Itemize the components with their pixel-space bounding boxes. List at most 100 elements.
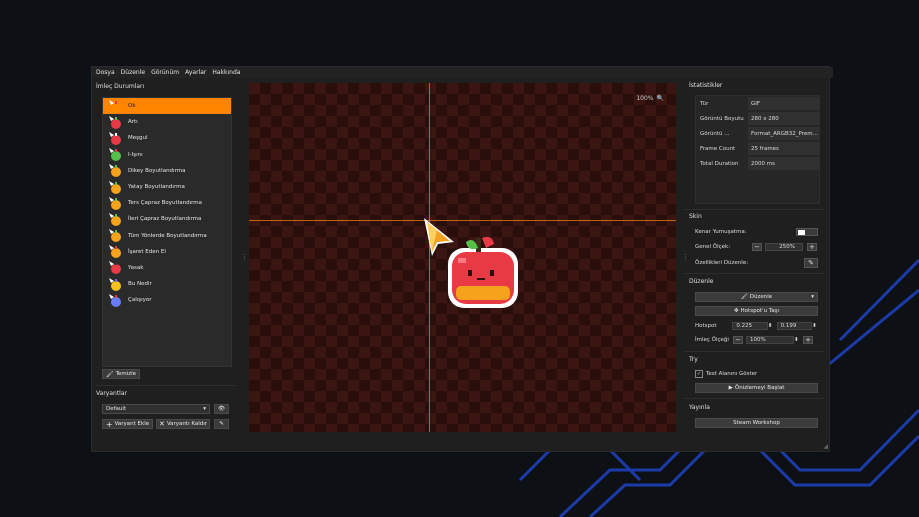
cursor-state-item[interactable]: Yasak: [103, 260, 231, 276]
cursor-scale-decrease-button[interactable]: −: [733, 336, 743, 344]
skin-title: Skin: [689, 213, 702, 220]
cursor-scale-input[interactable]: 100%: [746, 336, 794, 344]
hotspot-x-spinner[interactable]: ⬍: [768, 323, 774, 329]
cursor-states-list: Ok Artı Meşgul I-Işını Dikey Boyutlandırma Ya…: [102, 97, 232, 367]
cursor-states-title: İmleç Durumları: [96, 83, 145, 90]
fruit-cursor-icon: [109, 212, 122, 226]
menu-edit[interactable]: Düzenle: [121, 69, 145, 76]
clear-button[interactable]: 🖌 Temizle: [102, 369, 140, 379]
close-icon: ✕: [158, 420, 165, 428]
stats-row: Tür GIF: [696, 96, 819, 111]
cursor-scale-spinner[interactable]: ⬍: [794, 337, 800, 343]
stats-value: 280 x 280: [748, 112, 819, 125]
preview-canvas[interactable]: 100% 🔍: [249, 83, 676, 432]
variant-select[interactable]: Default ▾: [102, 404, 210, 414]
play-icon: ▶: [728, 385, 733, 391]
fruit-cursor-icon: [109, 148, 122, 162]
variants-title: Varyantlar: [96, 390, 127, 397]
remove-variant-button[interactable]: ✕ Varyantı Kaldır: [156, 419, 210, 429]
move-icon: ✥: [733, 308, 739, 314]
scale-input[interactable]: 250%: [765, 243, 803, 251]
splitter-right-handle[interactable]: ⋮: [682, 253, 689, 261]
hotspot-y-spinner[interactable]: ⬍: [812, 323, 818, 329]
resize-grip-icon[interactable]: ◢: [823, 443, 828, 450]
stats-row: Görüntü Boyutu 280 x 280: [696, 111, 819, 126]
try-title: Try: [689, 356, 698, 363]
apple-sprite: [448, 236, 518, 308]
cursor-state-label: Meşgul: [128, 135, 148, 142]
cursor-state-item[interactable]: Çalışıyor: [103, 292, 231, 308]
fruit-cursor-icon: [109, 131, 122, 145]
cursor-state-label: Tüm Yönlerde Boyutlandırma: [128, 232, 207, 239]
fruit-cursor-icon: [109, 164, 122, 178]
stats-row: Frame Count 25 frames: [696, 141, 819, 156]
hotspot-row: Hotspot 0.225 ⬍ 0.199 ⬍: [695, 322, 818, 330]
cursor-state-item[interactable]: Dikey Boyutlandırma: [103, 163, 231, 179]
variant-visibility-button[interactable]: 👁: [214, 404, 229, 414]
hotspot-y-input[interactable]: 0.199: [776, 322, 813, 330]
global-scale-row: Genel Ölçek: − 250% +: [695, 243, 818, 251]
smoothing-row: Kenar Yumuşatma:: [695, 228, 818, 236]
edit-title: Düzenle: [689, 278, 714, 285]
edit-icon: ✎: [219, 421, 224, 427]
cursor-state-label: Çalışıyor: [128, 297, 152, 304]
show-test-area-checkbox[interactable]: ✓: [695, 370, 703, 378]
add-variant-button[interactable]: + Varyant Ekle: [102, 419, 153, 429]
plus-icon: +: [105, 419, 113, 429]
fruit-cursor-icon: [109, 229, 122, 243]
cursor-state-item[interactable]: İşaret Eden El: [103, 244, 231, 260]
scale-decrease-button[interactable]: −: [752, 243, 762, 251]
cursor-state-item[interactable]: Tüm Yönlerde Boyutlandırma: [103, 228, 231, 244]
fruit-cursor-icon: [109, 293, 122, 307]
cursor-state-item[interactable]: Artı: [103, 114, 231, 130]
stats-row: Görüntü ... Format_ARGB32_Prem...: [696, 126, 819, 141]
hotspot-x-input[interactable]: 0.225: [732, 322, 768, 330]
menu-about[interactable]: Hakkında: [212, 69, 240, 76]
stats-key: Görüntü ...: [700, 130, 730, 137]
brush-icon: 🖌: [105, 370, 114, 378]
cursor-state-label: Yasak: [128, 264, 144, 271]
cursor-state-item[interactable]: Ok: [103, 98, 231, 115]
cursor-state-label: İleri Çapraz Boyutlandırma: [128, 216, 202, 223]
menu-settings[interactable]: Ayarlar: [185, 69, 206, 76]
steam-workshop-button[interactable]: Steam Workshop: [695, 418, 818, 428]
smoothing-toggle[interactable]: [796, 228, 818, 236]
stats-value: Format_ARGB32_Prem...: [748, 127, 819, 140]
splitter-left-handle[interactable]: ⋮: [241, 253, 248, 261]
start-preview-button[interactable]: ▶ Önizlemeyi Başlat: [695, 383, 818, 393]
stats-key: Total Duration: [700, 160, 739, 167]
fruit-cursor-icon: [109, 180, 122, 194]
chevron-down-icon: ▾: [203, 406, 206, 412]
cursor-scale-row: İmleç Ölçeği − 100% ⬍ +: [695, 336, 818, 344]
cursor-state-label: İşaret Eden El: [128, 248, 166, 255]
cursor-state-item[interactable]: Meşgul: [103, 130, 231, 146]
stats-title: İstatistikler: [689, 82, 723, 89]
cursor-state-item[interactable]: İleri Çapraz Boyutlandırma: [103, 211, 231, 227]
fruit-cursor-icon: [109, 245, 122, 259]
menu-view[interactable]: Görünüm: [151, 69, 179, 76]
cursor-state-item[interactable]: Bu Nedir: [103, 276, 231, 292]
cursor-state-item[interactable]: I-Işını: [103, 147, 231, 163]
cursor-state-item[interactable]: Yatay Boyutlandırma: [103, 179, 231, 195]
edit-props-row: Özellikleri Düzenle: ✎: [695, 258, 818, 268]
pencil-icon: ✎: [808, 259, 814, 267]
cursor-scale-increase-button[interactable]: +: [803, 336, 813, 344]
cursor-state-label: Yatay Boyutlandırma: [128, 184, 185, 191]
cursor-state-item[interactable]: Ters Çapraz Boyutlandırma: [103, 195, 231, 211]
fruit-cursor-icon: [109, 115, 122, 129]
edit-variant-button[interactable]: ✎: [214, 419, 229, 429]
edit-props-button[interactable]: ✎: [804, 258, 818, 268]
stats-table: Tür GIF Görüntü Boyutu 280 x 280 Görüntü ...…: [695, 95, 820, 204]
stats-key: Görüntü Boyutu: [700, 115, 744, 122]
scale-increase-button[interactable]: +: [807, 243, 817, 251]
cursor-state-label: I-Işını: [128, 151, 143, 158]
edit-mode-dropdown[interactable]: 🖌 Düzenle ▾: [695, 292, 818, 302]
zoom-indicator[interactable]: 100% 🔍: [636, 95, 664, 102]
chevron-down-icon: ▾: [811, 294, 814, 300]
eye-icon: 👁: [218, 406, 225, 412]
move-hotspot-button[interactable]: ✥ Hotspot'u Taşı: [695, 306, 818, 316]
cursor-state-label: Ok: [128, 103, 136, 110]
stats-key: Frame Count: [700, 145, 736, 152]
stats-value: GIF: [748, 97, 819, 110]
menu-file[interactable]: Dosya: [96, 69, 115, 76]
